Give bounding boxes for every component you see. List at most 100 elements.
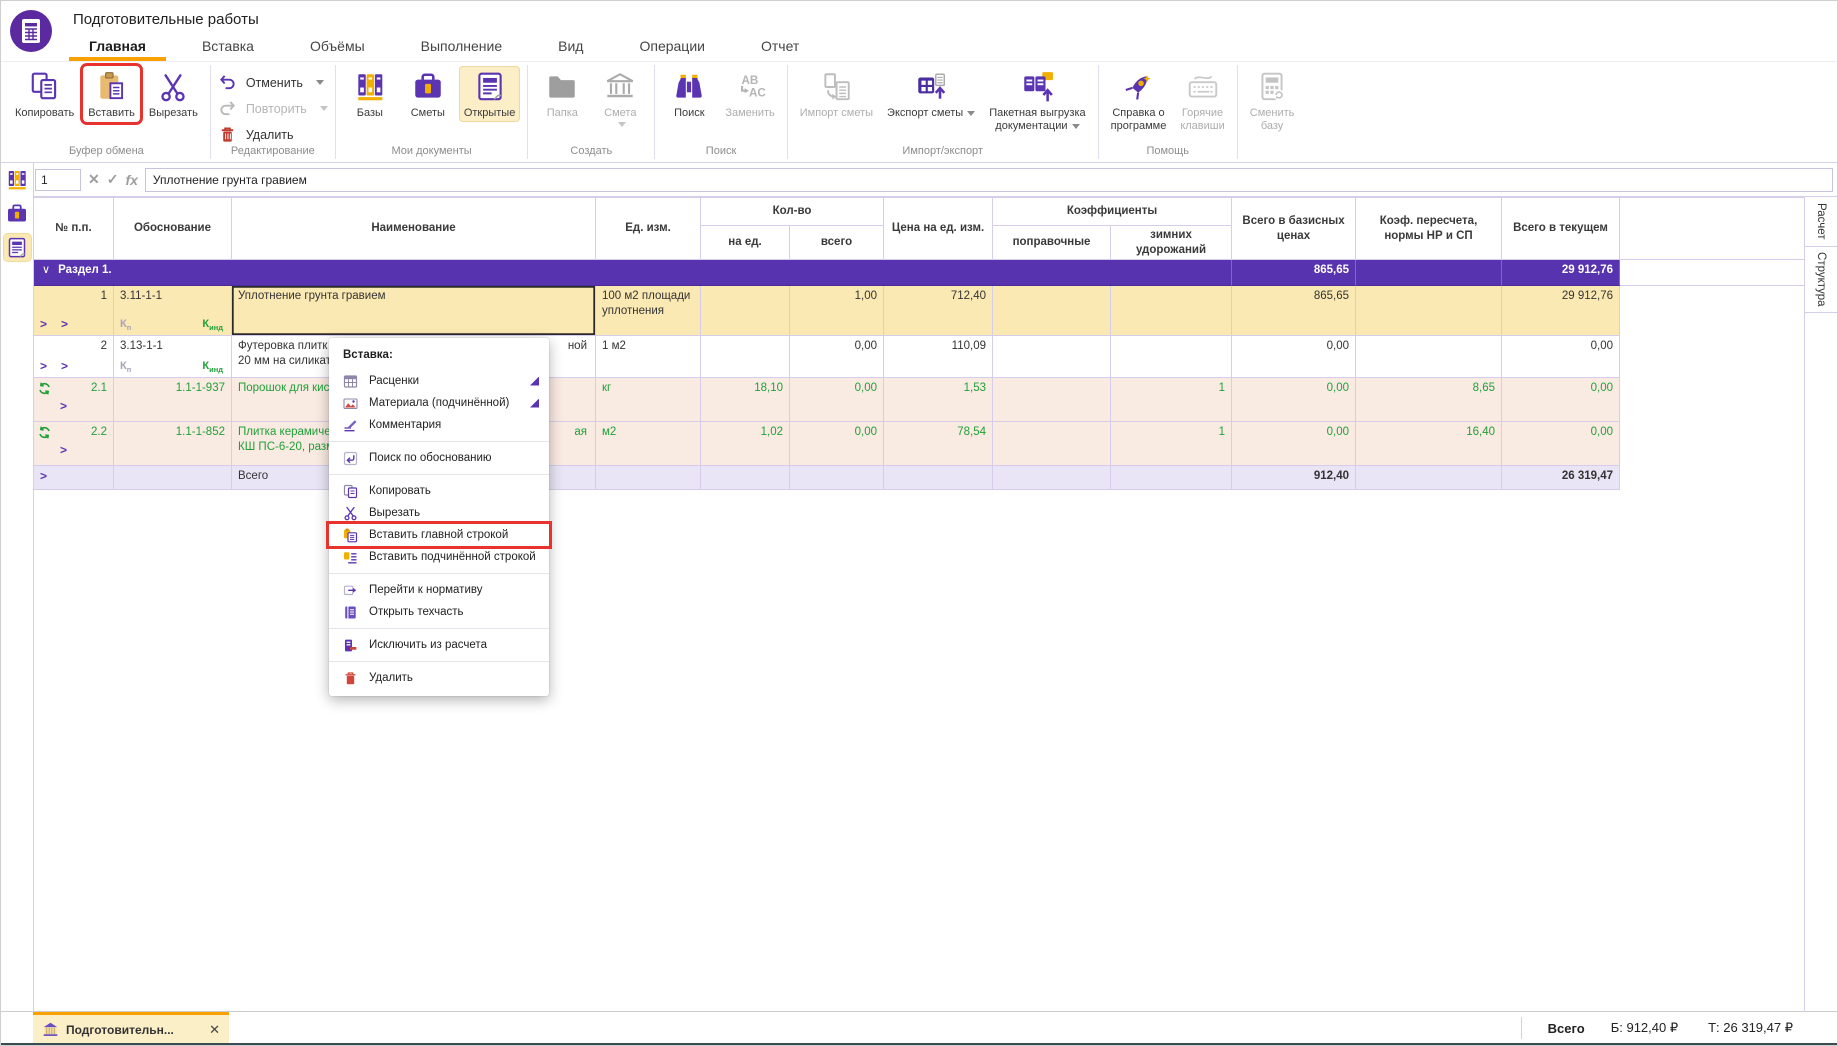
header-price: Цена на ед. изм. [884,198,993,260]
menu-item-Копировать[interactable]: Копировать [329,480,549,502]
chevron-collapse-icon[interactable]: ∨ [42,263,50,277]
menu-tab-Отчет[interactable]: Отчет [741,32,819,60]
chevron-expand-icon: > [40,469,47,485]
menu-divider [329,661,549,662]
chevron-expand-icons[interactable]: >> [40,317,82,333]
qty-per-unit: 18,10 [754,381,783,396]
unit-price: 78,54 [957,425,986,440]
close-tab-icon[interactable]: ✕ [209,1022,220,1038]
button-Базы[interactable]: Базы [343,66,397,122]
qty-total: 0,00 [855,425,877,440]
button-Горячие клавиши[interactable]: Горячие клавиши [1175,66,1229,136]
coefficient-badges: Кп Кинд [120,317,223,333]
tab-calculation[interactable]: Расчет [1805,197,1837,247]
button-Смета[interactable]: Смета [593,66,647,129]
tab-structure[interactable]: Структура [1805,247,1837,313]
menu-item-Материала (подчинённой)[interactable]: Материала (подчинённой) [329,392,549,414]
menu-item-Удалить[interactable]: Удалить [329,667,549,689]
menu-item-Вставить подчинённой строкой[interactable]: Вставить подчинённой строкой [329,546,549,568]
kp-badge[interactable]: Кп [120,359,131,375]
menu-item-Перейти к нормативу[interactable]: Перейти к нормативу [329,579,549,601]
section-row[interactable]: ∨Раздел 1.865,6529 912,76 [34,260,1806,286]
section-total-current: 29 912,76 [1562,263,1613,278]
menu-tab-Операции[interactable]: Операции [619,32,725,60]
menu-item-Комментария[interactable]: Комментария [329,414,549,436]
table-row-2.2[interactable]: 2.2>1.1-1-852Плитка керамичеКШ ПС-6-20, … [34,422,1806,466]
button-Вставить[interactable]: Вставить [83,66,140,122]
button-Папка[interactable]: Папка [535,66,589,122]
menu-tab-Главная[interactable]: Главная [69,32,166,60]
chevron-expand-icons[interactable]: >> [40,359,82,375]
button-label: Сметы [411,107,445,120]
menu-item-label: Вырезать [369,507,420,519]
button-Открытые[interactable]: Открытые [459,66,521,122]
chevron-down-icon [967,111,975,116]
menu-item-Расценки[interactable]: Расценки [329,370,549,392]
menu-item-label: Исключить из расчета [369,639,487,651]
justification-code: 3.11-1-1 [120,289,162,304]
table-row-2[interactable]: 2>>3.13-1-1КпКиндФутеровка плитк20 мм на… [34,336,1806,378]
fx-icon[interactable]: fx [125,172,137,188]
qty-total: 0,00 [855,339,877,354]
menu-tab-Выполнение[interactable]: Выполнение [401,32,522,60]
panel-opened-icon[interactable] [4,234,31,261]
qty-per-unit: 1,02 [761,425,783,440]
menu-tab-Объёмы[interactable]: Объёмы [290,32,385,60]
menu-item-label: Расценки [369,375,419,387]
button-Отменить[interactable]: Отменить [218,73,324,92]
menu-divider [329,628,549,629]
menu-item-Открыть техчасть[interactable]: Открыть техчасть [329,601,549,623]
confirm-icon[interactable]: ✓ [107,171,119,188]
justification-code: 1.1-1-852 [176,425,225,440]
kind-badge[interactable]: Кинд [202,317,223,333]
item-name: Уплотнение грунта гравием [238,290,386,302]
button-Копировать[interactable]: Копировать [10,66,79,122]
menu-item-Вставить главной строкой[interactable]: Вставить главной строкой [329,524,549,546]
button-Импорт сметы[interactable]: Импорт сметы [795,66,878,122]
chevron-down-icon [316,80,324,85]
item-name-line1: Плитка керамиче [238,426,331,438]
button-Экспорт сметы[interactable]: Экспорт сметы [882,66,980,122]
button-Поиск[interactable]: Поиск [662,66,716,122]
menu-tab-Вид[interactable]: Вид [538,32,603,60]
button-Повторить[interactable]: Повторить [218,99,328,118]
opened-icon [473,70,507,104]
button-Сменить базу[interactable]: Сменить базу [1245,66,1300,136]
coeff-winter: 1 [1219,425,1225,440]
button-Удалить[interactable]: Удалить [218,125,294,144]
button-Вырезать[interactable]: Вырезать [144,66,203,122]
delete-small-icon [343,671,358,686]
button-Сметы[interactable]: Сметы [401,66,455,122]
help-rocket-icon [1121,70,1155,104]
cancel-icon[interactable]: ✕ [88,171,100,188]
panel-estimates-icon[interactable] [4,200,31,227]
row-number-input[interactable] [35,169,81,191]
menu-item-Исключить из расчета[interactable]: Исключить из расчета [329,634,549,656]
table-row-2.1[interactable]: 2.1>1.1-1-937Порошок для кискг18,100,001… [34,378,1806,422]
unit-of-measure: кг [602,382,611,394]
totals-statusbar: Всего Б: 912,40 ₽ Т: 26 319,47 ₽ [1521,1012,1823,1044]
button-label: Открытые [464,107,516,120]
unit-of-measure: м2 [602,426,616,438]
total-current-price: 29 912,76 [1562,289,1613,304]
panel-bases-icon[interactable] [4,166,31,193]
menu-item-label: Открыть техчасть [369,606,464,618]
button-Заменить[interactable]: ABACЗаменить [720,66,779,122]
qty-total: 0,00 [855,381,877,396]
menu-item-Вырезать[interactable]: Вырезать [329,502,549,524]
status-base-total: Б: 912,40 ₽ [1611,1020,1678,1036]
menu-item-Поиск по обоснованию[interactable]: Поиск по обоснованию [329,447,549,469]
button-Справка о программе[interactable]: Справка о программе [1106,66,1172,136]
kind-badge[interactable]: Кинд [202,359,223,375]
totals-row[interactable]: >Всего912,4026 319,47 [34,466,1806,490]
name-formula-input[interactable] [145,168,1833,192]
document-tab[interactable]: Подготовительн... ✕ [33,1012,229,1044]
item-name-line2: 20 мм на силикат [238,355,331,367]
submenu-arrow-icon [530,399,539,408]
formula-bar: ✕ ✓ fx [35,163,1833,196]
kp-badge[interactable]: Кп [120,317,131,333]
button-Пакетная выгрузка документации[interactable]: Пакетная выгрузка документации [984,66,1090,136]
button-label: Справка о программе [1111,107,1167,134]
table-row-1[interactable]: 1>>3.11-1-1КпКиндУплотнение грунта грави… [34,286,1806,336]
menu-tab-Вставка[interactable]: Вставка [182,32,274,60]
